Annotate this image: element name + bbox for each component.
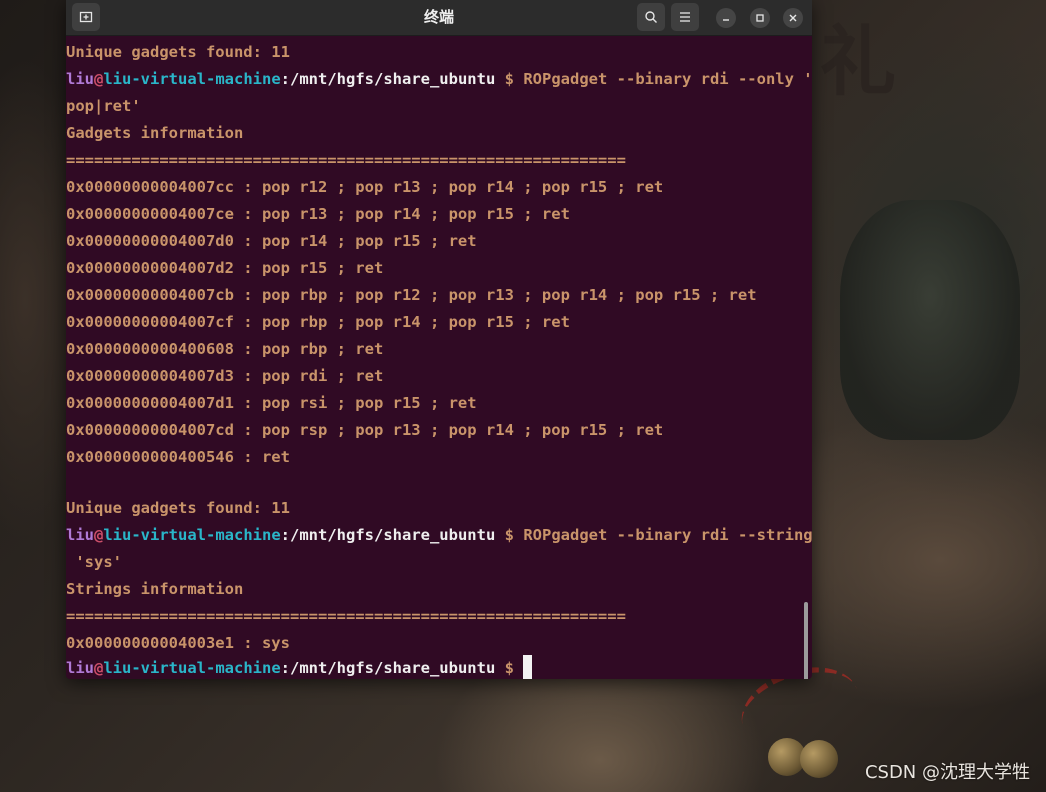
prompt-colon: :: [280, 70, 290, 88]
terminal-window[interactable]: 终端 Unique gadgets found: 11 liu@liu-virt…: [66, 0, 812, 679]
maximize-button[interactable]: [750, 8, 770, 28]
menu-button[interactable]: [671, 3, 699, 31]
prompt-dollar: $: [504, 526, 514, 544]
output-line: Unique gadgets found: 11: [66, 43, 290, 61]
gadget-line: 0x0000000000400608 : pop rbp ; ret: [66, 340, 384, 358]
separator-line: ========================================…: [66, 607, 626, 625]
watermark: CSDN @沈理大学牲: [864, 762, 1030, 783]
gadget-line: 0x00000000004007d3 : pop rdi ; ret: [66, 367, 384, 385]
minimize-button[interactable]: [716, 8, 736, 28]
gadget-line: 0x00000000004007cf : pop rbp ; pop r14 ;…: [66, 313, 570, 331]
wallpaper-plant: [840, 200, 1020, 440]
prompt-line: liu@liu-virtual-machine:/mnt/hgfs/share_…: [66, 66, 812, 93]
search-icon: [645, 11, 657, 23]
close-button[interactable]: [783, 8, 803, 28]
output-line: Unique gadgets found: 11: [66, 499, 290, 517]
active-prompt-line[interactable]: liu@liu-virtual-machine:/mnt/hgfs/share_…: [66, 655, 533, 679]
string-line: 0x00000000004003e1 : sys: [66, 634, 290, 652]
prompt-dollar: $: [504, 659, 514, 677]
prompt-at: @: [94, 70, 104, 88]
close-icon: [789, 14, 797, 22]
prompt-colon: :: [280, 526, 290, 544]
prompt-user: liu: [66, 70, 94, 88]
command-text: ROPgadget --binary rdi --string: [523, 526, 812, 544]
gadget-line: 0x00000000004007d1 : pop rsi ; pop r15 ;…: [66, 394, 477, 412]
gadget-line: 0x00000000004007cb : pop rbp ; pop r12 ;…: [66, 286, 757, 304]
text-cursor: [523, 655, 533, 679]
search-button[interactable]: [637, 3, 665, 31]
hamburger-icon: [680, 12, 690, 22]
gadget-line: 0x00000000004007ce : pop r13 ; pop r14 ;…: [66, 205, 570, 223]
gadget-line: 0x00000000004007d0 : pop r14 ; pop r15 ;…: [66, 232, 477, 250]
gadget-line: 0x0000000000400546 : ret: [66, 448, 290, 466]
output-line: Gadgets information: [66, 124, 244, 142]
separator-line: ========================================…: [66, 151, 626, 169]
output-line: Strings information: [66, 580, 244, 598]
prompt-user: liu: [66, 526, 94, 544]
prompt-path: /mnt/hgfs/share_ubuntu: [290, 526, 496, 544]
window-title: 终端: [423, 8, 454, 26]
prompt-line: liu@liu-virtual-machine:/mnt/hgfs/share_…: [66, 522, 812, 549]
terminal-output[interactable]: Unique gadgets found: 11 liu@liu-virtual…: [66, 36, 812, 679]
minimize-icon: [723, 19, 729, 21]
prompt-dollar: $: [504, 70, 514, 88]
command-continuation: 'sys': [66, 553, 122, 571]
maximize-icon: [756, 14, 764, 22]
scrollbar[interactable]: [804, 602, 808, 679]
gadget-line: 0x00000000004007cc : pop r12 ; pop r13 ;…: [66, 178, 664, 196]
gadget-line: 0x00000000004007cd : pop rsp ; pop r13 ;…: [66, 421, 664, 439]
prompt-path: /mnt/hgfs/share_ubuntu: [290, 659, 496, 677]
command-continuation: pop|ret': [66, 97, 141, 115]
wallpaper-bell: [800, 740, 838, 778]
wallpaper-glyph: 礼: [820, 17, 900, 106]
prompt-host: liu-virtual-machine: [103, 526, 281, 544]
prompt-colon: :: [280, 659, 290, 677]
gadget-line: 0x00000000004007d2 : pop r15 ; ret: [66, 259, 384, 277]
titlebar[interactable]: 终端: [66, 0, 812, 36]
prompt-at: @: [94, 526, 104, 544]
prompt-at: @: [94, 659, 104, 677]
prompt-path: /mnt/hgfs/share_ubuntu: [290, 70, 496, 88]
prompt-host: liu-virtual-machine: [103, 659, 281, 677]
prompt-user: liu: [66, 659, 94, 677]
prompt-host: liu-virtual-machine: [103, 70, 281, 88]
command-text: ROPgadget --binary rdi --only ': [523, 70, 812, 88]
